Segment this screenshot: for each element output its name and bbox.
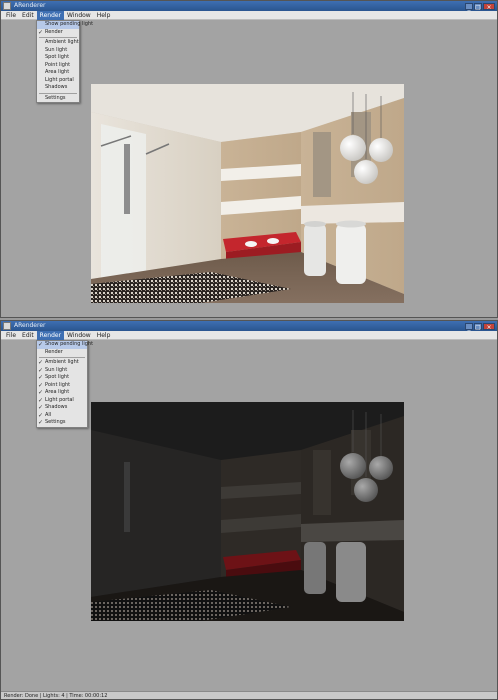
menu-help[interactable]: Help xyxy=(94,11,114,20)
app-icon xyxy=(3,2,11,10)
minimize-button[interactable]: _ xyxy=(465,322,473,331)
dropdown-item-label: Shadows xyxy=(45,404,68,410)
check-icon: ✓ xyxy=(38,404,44,411)
menu-edit[interactable]: Edit xyxy=(19,11,37,20)
bathroom-render-image xyxy=(91,84,404,303)
dropdown-item[interactable]: ✓ Spot light xyxy=(37,374,87,382)
dropdown-item[interactable]: Ambient light xyxy=(37,39,79,47)
dropdown-item[interactable]: Render xyxy=(37,349,87,357)
menu-render[interactable]: Render xyxy=(36,330,65,340)
dropdown-item[interactable]: ✓ Render xyxy=(37,29,79,37)
check-icon: ✓ xyxy=(38,341,44,348)
check-icon: ✓ xyxy=(38,419,44,426)
check-icon: ✓ xyxy=(38,366,44,374)
check-icon: ✓ xyxy=(38,411,44,419)
dropdown-item[interactable]: Point light xyxy=(37,62,79,70)
check-icon: ✓ xyxy=(38,381,44,389)
render-dropdown: ✓ Show pending light Render ✓ Ambient ligh… xyxy=(36,340,93,428)
separator xyxy=(39,92,77,94)
separator xyxy=(39,357,85,358)
dropdown-item[interactable]: Shadows xyxy=(37,84,79,92)
title-bar[interactable]: ARenderer _ □ × xyxy=(1,321,497,331)
menu-file[interactable]: File xyxy=(3,11,19,20)
dropdown-header[interactable]: ✓ Show pending light xyxy=(37,341,93,349)
menu-render[interactable]: Render xyxy=(36,10,65,20)
render-window-bottom: ARenderer _ □ × File Edit Render Window … xyxy=(0,320,498,700)
dropdown-item[interactable]: ✓ All xyxy=(37,412,87,420)
dropdown-header[interactable]: Show pending light xyxy=(37,21,93,29)
check-icon: ✓ xyxy=(38,389,44,396)
dropdown-item-settings[interactable]: Settings xyxy=(37,95,79,103)
dropdown-item[interactable]: Light portal xyxy=(37,77,79,85)
dropdown-item-label: Point light xyxy=(45,381,71,388)
check-icon: ✓ xyxy=(38,374,44,381)
render-viewport-lit[interactable] xyxy=(91,84,404,303)
dropdown-item[interactable]: Spot light xyxy=(37,54,79,62)
close-button[interactable]: × xyxy=(483,2,495,11)
dropdown-item-label: Ambient light xyxy=(45,359,79,365)
render-dropdown: Show pending light ✓ Render Ambient light… xyxy=(36,20,93,103)
dropdown-item[interactable]: ✓ Light portal xyxy=(37,397,87,405)
minimize-button[interactable]: _ xyxy=(465,2,473,11)
status-bar: Render: Done | Lights: 4 | Time: 00:00:1… xyxy=(1,691,497,699)
dropdown-item-label: Render xyxy=(45,28,63,35)
menu-bar: File Edit Render Window Help xyxy=(1,330,497,340)
check-icon: ✓ xyxy=(38,28,44,36)
dropdown-item[interactable]: ✓ Area light xyxy=(37,389,87,397)
dropdown-item[interactable]: ✓ Ambient light xyxy=(37,359,87,367)
menu-window[interactable]: Window xyxy=(64,11,94,20)
close-button[interactable]: × xyxy=(483,322,495,331)
dropdown-item-label: Light portal xyxy=(45,396,74,403)
title-bar[interactable]: ARenderer _ □ × xyxy=(1,1,497,11)
render-viewport-dark[interactable] xyxy=(91,402,404,621)
check-icon: ✓ xyxy=(38,396,44,404)
menu-window[interactable]: Window xyxy=(64,331,94,340)
dropdown-item-label: All xyxy=(45,411,52,418)
dropdown-item[interactable]: ✓ Shadows xyxy=(37,404,87,412)
dropdown-item[interactable]: ✓ Point light xyxy=(37,382,87,390)
separator xyxy=(39,37,77,38)
menu-edit[interactable]: Edit xyxy=(19,331,37,340)
check-icon: ✓ xyxy=(38,359,44,366)
maximize-button[interactable]: □ xyxy=(474,2,482,11)
bathroom-render-dark-image xyxy=(91,402,404,621)
window-title: ARenderer xyxy=(14,322,46,329)
dropdown-item-label: Show pending light xyxy=(45,341,94,347)
menu-help[interactable]: Help xyxy=(94,331,114,340)
dropdown-item-label: Spot light xyxy=(45,374,70,380)
app-icon xyxy=(3,322,11,330)
maximize-button[interactable]: □ xyxy=(474,322,482,331)
window-title: ARenderer xyxy=(14,2,46,9)
dropdown-item-label: Sun light xyxy=(45,366,68,373)
dropdown-item[interactable]: Area light xyxy=(37,69,79,77)
dropdown-item[interactable]: Sun light xyxy=(37,47,79,55)
dropdown-item[interactable]: ✓ Sun light xyxy=(37,367,87,375)
render-window-top: ARenderer _ □ × File Edit Render Window … xyxy=(0,0,498,318)
dropdown-item-label: Settings xyxy=(45,419,66,425)
menu-file[interactable]: File xyxy=(3,331,19,340)
menu-bar: File Edit Render Window Help xyxy=(1,10,497,20)
dropdown-item-label: Area light xyxy=(45,389,70,395)
dropdown-item[interactable]: ✓ Settings xyxy=(37,419,87,427)
